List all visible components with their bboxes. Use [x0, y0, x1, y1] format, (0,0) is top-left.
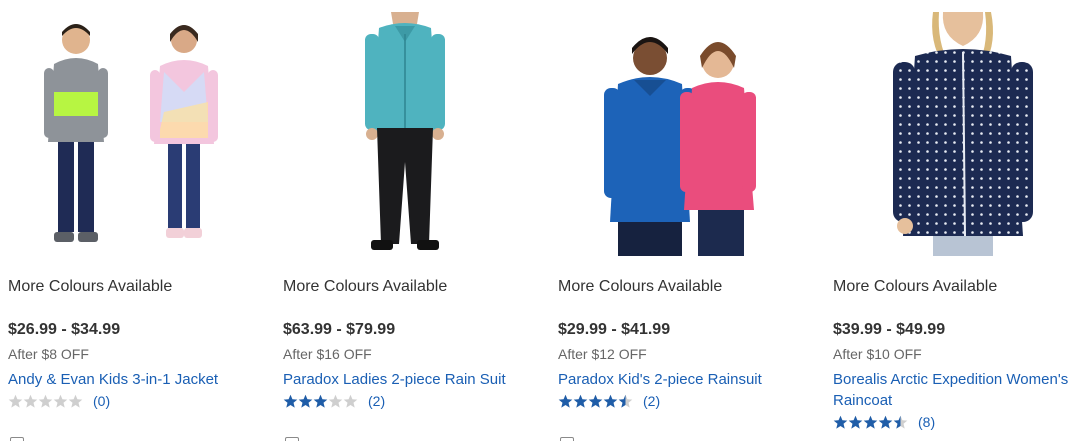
- star-rating: [8, 394, 83, 409]
- star-filled-icon: [848, 415, 863, 429]
- price-range: $29.99 - $41.99: [558, 321, 671, 338]
- star-filled-icon: [573, 394, 588, 408]
- compare-checkbox[interactable]: [10, 437, 24, 441]
- star-filled-icon: [558, 394, 573, 408]
- product-title-link[interactable]: Andy & Evan Kids 3-in-1 Jacket: [8, 369, 256, 390]
- star-rating: [833, 415, 908, 430]
- star-rating: [283, 394, 358, 409]
- more-colours-label: More Colours Available: [8, 278, 173, 295]
- star-empty-icon: [68, 394, 83, 408]
- star-filled-icon: [283, 394, 298, 408]
- rating-summary[interactable]: (2): [558, 392, 660, 410]
- star-filled-icon: [313, 394, 328, 408]
- compare-checkbox[interactable]: [560, 437, 574, 441]
- star-empty-icon: [343, 394, 358, 408]
- star-empty-icon: [328, 394, 343, 408]
- price-range: $39.99 - $49.99: [833, 321, 946, 338]
- product-title-link[interactable]: Paradox Ladies 2-piece Rain Suit: [283, 369, 531, 390]
- compare-checkbox[interactable]: [285, 437, 299, 441]
- star-empty-icon: [53, 394, 68, 408]
- star-filled-icon: [878, 415, 893, 429]
- star-half-icon: [893, 415, 908, 429]
- review-count: (0): [93, 393, 111, 409]
- review-count: (2): [643, 393, 661, 409]
- review-count: (8): [918, 414, 936, 430]
- star-filled-icon: [588, 394, 603, 408]
- more-colours-label: More Colours Available: [833, 278, 998, 295]
- product-tile: More Colours Available $39.99 - $49.99 A…: [825, 0, 1080, 441]
- discount-text: After $10 OFF: [833, 346, 922, 362]
- star-filled-icon: [863, 415, 878, 429]
- product-tile: More Colours Available $26.99 - $34.99 A…: [0, 0, 258, 441]
- star-filled-icon: [833, 415, 848, 429]
- discount-text: After $16 OFF: [283, 346, 372, 362]
- review-count: (2): [368, 393, 386, 409]
- rating-summary[interactable]: (8): [833, 413, 935, 431]
- star-rating: [558, 394, 633, 409]
- price-range: $26.99 - $34.99: [8, 321, 121, 338]
- rating-summary[interactable]: (0): [8, 392, 110, 410]
- product-tile: More Colours Available $63.99 - $79.99 A…: [275, 0, 533, 441]
- more-colours-label: More Colours Available: [558, 278, 723, 295]
- star-empty-icon: [23, 394, 38, 408]
- star-filled-icon: [603, 394, 618, 408]
- product-image[interactable]: [283, 12, 527, 256]
- product-image[interactable]: [558, 12, 802, 256]
- rating-summary[interactable]: (2): [283, 392, 385, 410]
- product-image[interactable]: [833, 12, 1077, 256]
- product-grid: More Colours Available $26.99 - $34.99 A…: [0, 0, 1080, 441]
- product-image[interactable]: [8, 12, 252, 256]
- product-title-link[interactable]: Paradox Kid's 2-piece Rainsuit: [558, 369, 806, 390]
- star-half-icon: [618, 394, 633, 408]
- more-colours-label: More Colours Available: [283, 278, 448, 295]
- discount-text: After $8 OFF: [8, 346, 89, 362]
- price-range: $63.99 - $79.99: [283, 321, 396, 338]
- star-empty-icon: [38, 394, 53, 408]
- product-tile: More Colours Available $29.99 - $41.99 A…: [550, 0, 808, 441]
- discount-text: After $12 OFF: [558, 346, 647, 362]
- product-title-link[interactable]: Borealis Arctic Expedition Women's Rainc…: [833, 369, 1080, 411]
- star-filled-icon: [298, 394, 313, 408]
- star-empty-icon: [8, 394, 23, 408]
